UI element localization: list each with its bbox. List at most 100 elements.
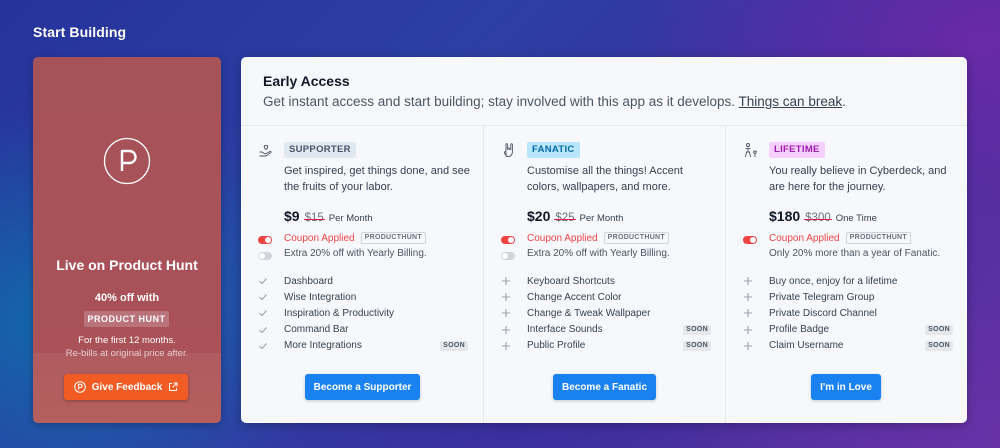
- feature-item: Profile Badge SOON: [743, 322, 953, 338]
- feature-item: Command Bar: [258, 322, 468, 338]
- plus-icon: [501, 308, 527, 318]
- tier-description: Customise all the things! Accent colors,…: [527, 165, 683, 193]
- plus-icon: [743, 308, 769, 318]
- old-price: $25: [554, 212, 576, 224]
- tier-description: Get inspired, get things done, and see t…: [284, 165, 470, 193]
- yearly-billing-text: Extra 20% off with Yearly Billing.: [527, 248, 670, 259]
- feature-list: Keyboard Shortcuts Change Accent Color Cha…: [501, 273, 711, 354]
- billing-period: One Time: [835, 213, 877, 224]
- yearly-billing-toggle[interactable]: [501, 252, 515, 260]
- plus-icon: [501, 341, 527, 351]
- panel-header: Early Access Get instant access and star…: [263, 73, 846, 109]
- price-row: $20 $25 Per Month: [527, 208, 623, 224]
- plus-icon: [743, 292, 769, 302]
- tier-cta-button[interactable]: Become a Supporter: [305, 374, 420, 400]
- coupon-applied-text: Coupon Applied: [284, 232, 355, 244]
- feature-item: Private Telegram Group: [743, 289, 953, 305]
- plus-icon: [501, 276, 527, 286]
- old-price: $300: [804, 212, 832, 224]
- old-price: $15: [303, 212, 325, 224]
- coupon-applied-text: Coupon Applied: [769, 232, 840, 244]
- tier-fanatic: FANATIC Customise all the things! Accent …: [483, 126, 725, 423]
- rebill-note: Re-bills at original price after.: [65, 348, 189, 359]
- feature-item: Claim Username SOON: [743, 338, 953, 354]
- plus-icon: [501, 325, 527, 335]
- tier-lifetime: LIFETIME You really believe in Cyberdeck,…: [725, 126, 967, 423]
- coupon-applied-text: Coupon Applied: [527, 232, 598, 244]
- early-access-panel: Early Access Get instant access and star…: [241, 57, 967, 423]
- feature-item: Buy once, enjoy for a lifetime: [743, 273, 953, 289]
- discount-text: 40% off with: [94, 292, 160, 304]
- feature-list: Buy once, enjoy for a lifetime Private Te…: [743, 273, 953, 354]
- product-hunt-card: Live on Product Hunt 40% off with PRODUC…: [33, 57, 221, 423]
- soon-badge: SOON: [440, 340, 468, 351]
- tier-cta-button[interactable]: I'm in Love: [811, 374, 881, 400]
- feature-label: Buy once, enjoy for a lifetime: [769, 275, 898, 287]
- subtitle-end: .: [842, 94, 846, 109]
- feature-item: Change & Tweak Wallpaper: [501, 305, 711, 321]
- coupon-toggle[interactable]: [258, 236, 272, 244]
- feature-item: Dashboard: [258, 273, 468, 289]
- tier-badge: FANATIC: [527, 142, 580, 158]
- feature-label: Command Bar: [284, 324, 349, 336]
- billing-period: Per Month: [328, 213, 373, 224]
- check-icon: [258, 276, 284, 286]
- check-icon: [258, 308, 284, 318]
- product-hunt-icon: [73, 381, 86, 393]
- plus-icon: [501, 292, 527, 302]
- feature-list: Dashboard Wise Integration Inspiration & P…: [258, 273, 468, 354]
- coupon-code-tag: PRODUCTHUNT: [603, 232, 669, 244]
- external-link-icon: [169, 382, 178, 391]
- discount-duration: For the first 12 months.: [78, 335, 176, 346]
- price: $180: [769, 208, 801, 224]
- feature-item: Private Discord Channel: [743, 305, 953, 321]
- subtitle-text: Get instant access and start building; s…: [263, 94, 736, 109]
- yearly-billing-text: Only 20% more than a year of Fanatic.: [769, 248, 941, 259]
- hand-heart-icon: [258, 142, 274, 158]
- feature-label: Change & Tweak Wallpaper: [527, 307, 651, 319]
- tier-badge: SUPPORTER: [284, 142, 356, 158]
- coupon-toggle[interactable]: [501, 236, 515, 244]
- feature-label: More Integrations: [284, 340, 362, 352]
- early-access-title: Early Access: [263, 73, 350, 89]
- feature-item: More Integrations SOON: [258, 338, 468, 354]
- coupon-code-tag: PRODUCTHUNT: [360, 232, 426, 244]
- product-hunt-title: Live on Product Hunt: [56, 257, 198, 273]
- plus-icon: [743, 341, 769, 351]
- give-feedback-button[interactable]: Give Feedback: [64, 374, 188, 400]
- yearly-billing-toggle[interactable]: [258, 252, 272, 260]
- feature-label: Keyboard Shortcuts: [527, 275, 615, 287]
- coupon-code-tag: PRODUCTHUNT: [845, 232, 911, 244]
- price-row: $9 $15 Per Month: [284, 208, 373, 224]
- feature-label: Interface Sounds: [527, 324, 603, 336]
- price-row: $180 $300 One Time: [769, 208, 877, 224]
- product-hunt-logo-icon: [103, 137, 151, 185]
- coupon-row: Coupon Applied PRODUCTHUNT: [284, 232, 426, 244]
- feature-item: Wise Integration: [258, 289, 468, 305]
- check-icon: [258, 292, 284, 302]
- tier-badge: LIFETIME: [769, 142, 825, 158]
- product-hunt-badge: PRODUCT HUNT: [84, 311, 169, 327]
- things-can-break-link[interactable]: Things can break: [739, 94, 843, 109]
- feature-label: Wise Integration: [284, 291, 357, 303]
- feature-item: Inspiration & Productivity: [258, 305, 468, 321]
- feature-label: Claim Username: [769, 340, 844, 352]
- plus-icon: [743, 276, 769, 286]
- check-icon: [258, 341, 284, 351]
- feature-label: Profile Badge: [769, 324, 830, 336]
- rock-hand-icon: [501, 142, 517, 158]
- coupon-toggle[interactable]: [743, 236, 757, 244]
- plus-icon: [743, 325, 769, 335]
- soon-badge: SOON: [925, 324, 953, 335]
- feature-label: Dashboard: [284, 275, 333, 287]
- page-title: Start Building: [33, 24, 127, 40]
- tier-supporter: SUPPORTER Get inspired, get things done, …: [241, 126, 483, 423]
- tier-cta-button[interactable]: Become a Fanatic: [553, 374, 656, 400]
- billing-period: Per Month: [579, 213, 624, 224]
- give-feedback-label: Give Feedback: [91, 381, 163, 393]
- yearly-billing-text: Extra 20% off with Yearly Billing.: [284, 248, 427, 259]
- feature-label: Public Profile: [527, 340, 586, 352]
- soon-badge: SOON: [925, 340, 953, 351]
- soon-badge: SOON: [683, 340, 711, 351]
- check-icon: [258, 325, 284, 335]
